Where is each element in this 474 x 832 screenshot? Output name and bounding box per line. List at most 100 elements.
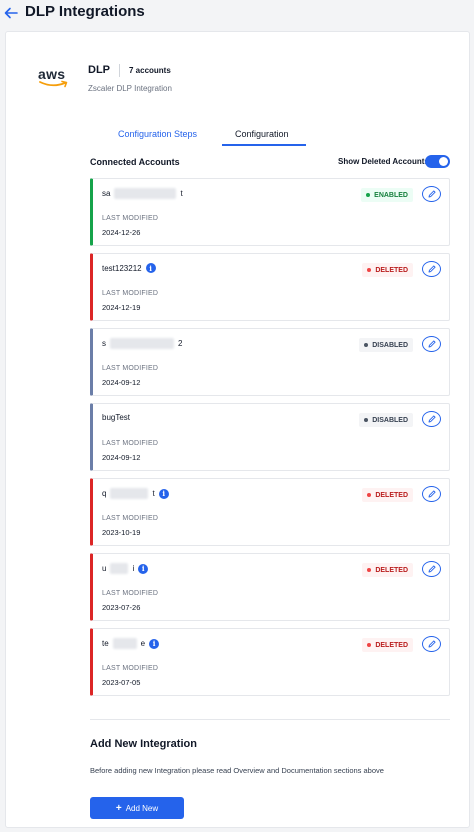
info-icon[interactable]: i (149, 638, 160, 649)
account-name-end: t (180, 189, 183, 198)
status-badge: DELETED (362, 563, 413, 577)
edit-button[interactable] (422, 186, 441, 202)
last-modified-date: 2023-07-26 (102, 603, 141, 612)
add-integration-title: Add New Integration (90, 738, 197, 750)
show-deleted-label: Show Deleted Accounts: (338, 157, 432, 166)
aws-logo-text: aws (38, 66, 66, 82)
status-badge: DELETED (362, 263, 413, 277)
tab-configuration-steps[interactable]: Configuration Steps (118, 129, 197, 139)
redacted-text (114, 188, 177, 199)
status-dot-icon (367, 568, 372, 572)
status-label: DELETED (375, 266, 408, 274)
status-dot-icon (366, 193, 371, 197)
account-card[interactable]: s 2 LAST MODIFIED 2024-09-12 DISABLED (90, 328, 450, 396)
info-icon[interactable]: i (145, 263, 156, 273)
status-badge: DISABLED (359, 338, 413, 352)
account-name-end: 2 (178, 339, 183, 348)
status-badge: ENABLED (361, 188, 413, 202)
toggle-knob (439, 157, 448, 166)
status-label: ENABLED (374, 191, 408, 199)
last-modified-date: 2024-09-12 (102, 453, 141, 462)
last-modified-date: 2024-12-26 (102, 228, 141, 237)
edit-button[interactable] (422, 636, 441, 652)
account-card[interactable]: q t i LAST MODIFIED 2023-10-19 DELETED (90, 478, 450, 546)
edit-button[interactable] (422, 561, 441, 577)
edit-button[interactable] (422, 261, 441, 277)
add-new-button[interactable]: + Add New (90, 797, 184, 819)
account-name: s2 (102, 338, 182, 349)
edit-button[interactable] (422, 486, 441, 502)
page-title: DLP Integrations (25, 3, 145, 20)
redacted-text (110, 563, 129, 574)
status-label: DELETED (375, 491, 408, 499)
last-modified-label: LAST MODIFIED (102, 665, 159, 672)
redacted-text (110, 488, 149, 499)
info-icon[interactable]: i (138, 563, 149, 574)
integration-card: aws DLP 7 accounts Zscaler DLP Integrati… (5, 31, 470, 828)
pencil-icon (428, 190, 436, 198)
edit-button[interactable] (422, 336, 441, 352)
account-name-end: t (152, 489, 155, 498)
account-name-start: s (102, 339, 106, 348)
back-arrow-icon[interactable] (3, 5, 19, 21)
account-card[interactable]: te e i LAST MODIFIED 2023-07-05 DELETED (90, 628, 450, 696)
account-name-start: u (102, 564, 107, 573)
last-modified-label: LAST MODIFIED (102, 515, 159, 522)
tab-configuration[interactable]: Configuration (235, 129, 289, 139)
aws-logo: aws (38, 67, 70, 89)
active-tab-indicator (222, 144, 306, 146)
account-name-start: bugTest (102, 413, 131, 422)
last-modified-date: 2023-07-05 (102, 678, 141, 687)
edit-button[interactable] (422, 411, 441, 427)
account-card[interactable]: bugTest LAST MODIFIED 2024-09-12 DISABLED (90, 403, 450, 471)
add-integration-description: Before adding new Integration please rea… (90, 766, 384, 775)
last-modified-label: LAST MODIFIED (102, 215, 159, 222)
account-name-start: test123212 (102, 263, 142, 273)
status-dot-icon (367, 268, 372, 272)
last-modified-label: LAST MODIFIED (102, 440, 159, 447)
account-name: sa t (102, 188, 183, 199)
status-badge: DISABLED (359, 413, 413, 427)
status-dot-icon (367, 493, 372, 497)
integration-name: DLP (88, 64, 110, 76)
account-card[interactable]: u i i LAST MODIFIED 2023-07-26 DELETED (90, 553, 450, 621)
account-name-end: i (132, 564, 135, 573)
last-modified-label: LAST MODIFIED (102, 290, 159, 297)
plus-icon: + (115, 802, 122, 814)
account-card[interactable]: sa t LAST MODIFIED 2024-12-26 ENABLED (90, 178, 450, 246)
redacted-text (110, 338, 174, 349)
last-modified-date: 2024-12-19 (102, 303, 141, 312)
info-icon[interactable]: i (158, 488, 169, 499)
status-dot-icon (364, 343, 369, 347)
page-header: DLP Integrations (0, 0, 474, 26)
status-badge: DELETED (362, 488, 413, 502)
add-new-label: Add New (125, 803, 159, 813)
status-dot-icon (364, 418, 369, 422)
pencil-icon (428, 490, 436, 498)
account-name-start: te (102, 639, 109, 648)
last-modified-date: 2024-09-12 (102, 378, 141, 387)
account-name-end: e (140, 639, 146, 648)
status-label: DISABLED (372, 341, 408, 349)
pencil-icon (428, 265, 436, 273)
redacted-text (112, 638, 137, 649)
status-label: DELETED (375, 641, 408, 649)
account-name-start: q (102, 489, 107, 498)
account-name: te e i (102, 638, 160, 649)
account-name: bugTest (102, 413, 130, 422)
last-modified-label: LAST MODIFIED (102, 590, 159, 597)
show-deleted-toggle[interactable] (425, 155, 450, 168)
account-name: test123212 i (102, 263, 156, 273)
header-separator (119, 64, 120, 77)
pencil-icon (428, 415, 436, 423)
section-divider (90, 719, 450, 720)
integration-description: Zscaler DLP Integration (88, 84, 172, 93)
status-dot-icon (367, 643, 372, 647)
account-name-start: sa (102, 189, 111, 198)
aws-smile-icon (39, 80, 68, 88)
pencil-icon (428, 565, 436, 573)
pencil-icon (428, 340, 436, 348)
account-card[interactable]: test123212 i LAST MODIFIED 2024-12-19 DELETE… (90, 253, 450, 321)
account-name: u ii (102, 563, 149, 574)
status-badge: DELETED (362, 638, 413, 652)
